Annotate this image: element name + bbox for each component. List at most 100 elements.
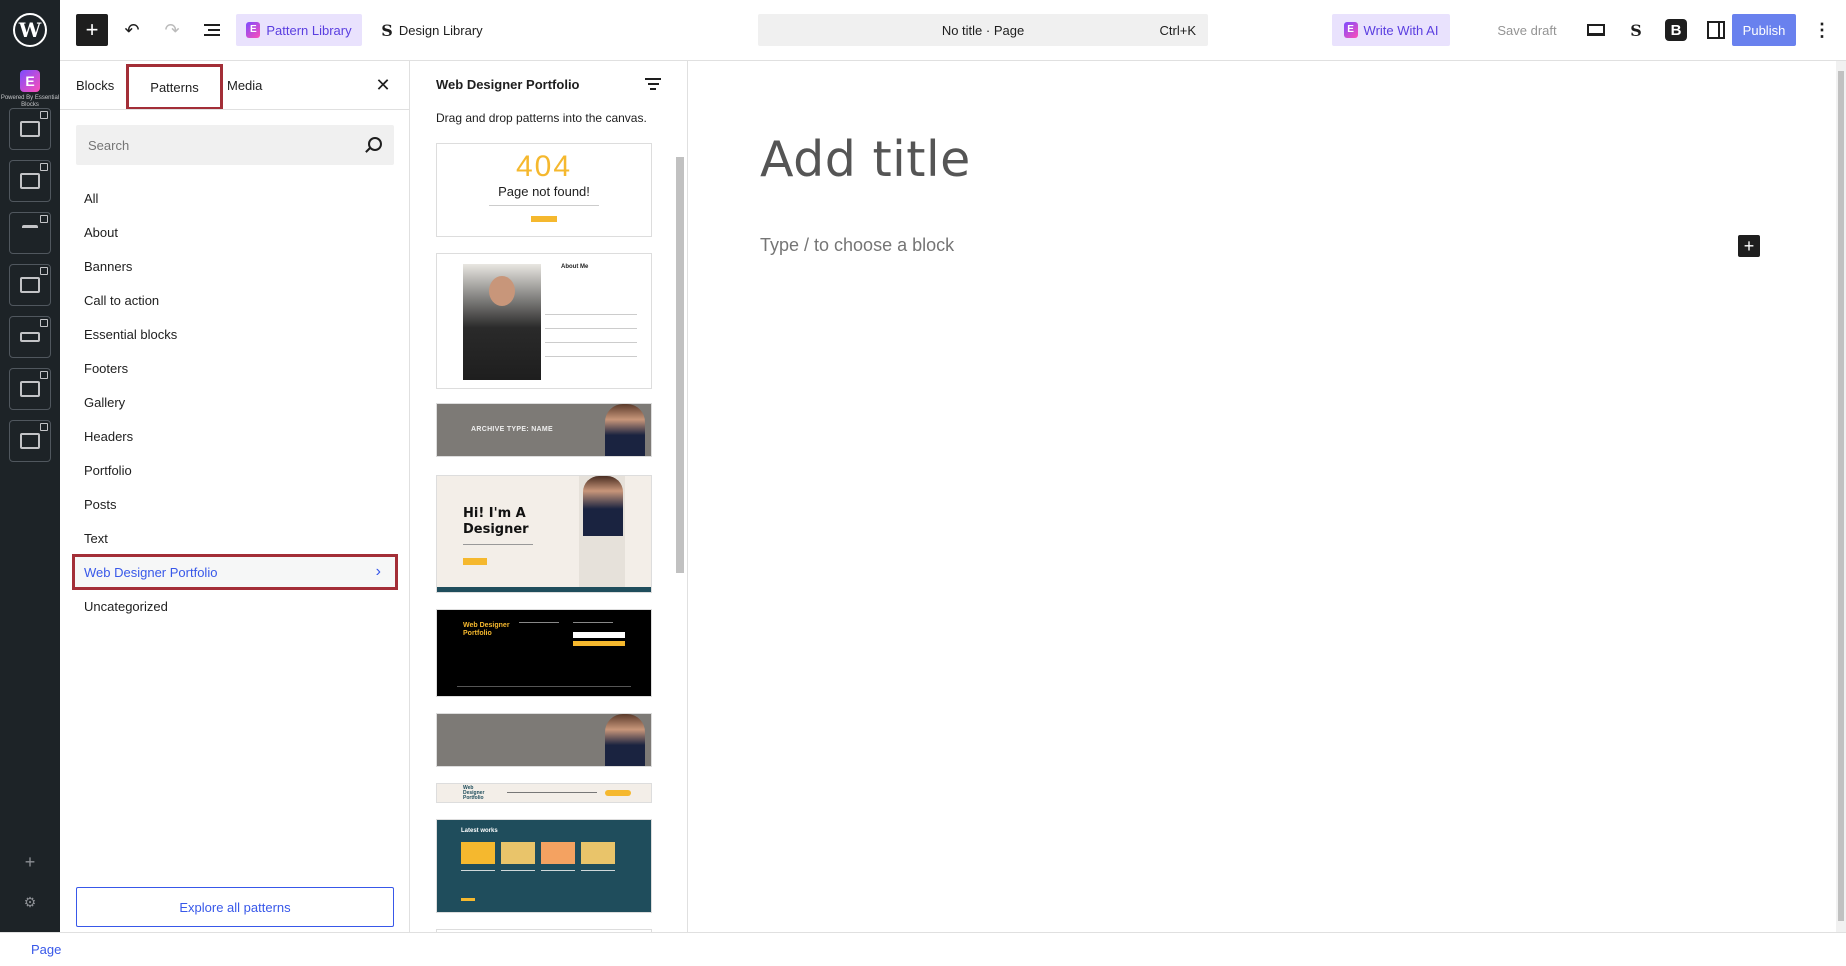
works-link-shape	[461, 898, 475, 901]
category-about[interactable]: About	[72, 215, 398, 249]
hero-bottom-bar	[437, 587, 651, 592]
pattern-404[interactable]: 404 Page not found!	[436, 143, 652, 237]
footer-divider	[457, 686, 631, 687]
pattern-about-me[interactable]: About Me	[436, 253, 652, 389]
explorer-scroll-thumb[interactable]	[676, 157, 684, 573]
category-essential-blocks[interactable]: Essential blocks	[72, 317, 398, 351]
pattern-library-label: Pattern Library	[266, 22, 352, 38]
pattern-hero-text: Hi! I'm A Designer	[463, 506, 529, 537]
pattern-about-heading: About Me	[561, 264, 589, 270]
portrait-image	[583, 476, 623, 536]
gear-icon[interactable]: ⚙	[18, 890, 42, 914]
pattern-latest-works[interactable]: Latest works	[436, 819, 652, 913]
list-view-icon	[204, 24, 220, 36]
eb-tool-slider-icon[interactable]	[9, 108, 51, 150]
breadcrumb[interactable]: Page	[31, 942, 61, 957]
category-posts[interactable]: Posts	[72, 487, 398, 521]
category-label: Web Designer Portfolio	[84, 564, 218, 580]
category-gallery[interactable]: Gallery	[72, 385, 398, 419]
category-uncategorized[interactable]: Uncategorized	[72, 589, 398, 623]
skill-line	[545, 356, 637, 357]
category-text[interactable]: Text	[72, 521, 398, 555]
category-web-designer-portfolio[interactable]: Web Designer Portfolio ›	[72, 554, 398, 590]
block-inserter-panel: Blocks Patterns Media ✕ All About Banner…	[60, 61, 410, 932]
nav-menu-line	[507, 792, 597, 793]
pattern-404-number: 404	[515, 150, 573, 183]
pattern-hero[interactable]: Hi! I'm A Designer	[436, 475, 652, 593]
pattern-explorer: Web Designer Portfolio Drag and drop pat…	[410, 61, 688, 932]
category-call-to-action[interactable]: Call to action	[72, 283, 398, 317]
tab-blocks[interactable]: Blocks	[76, 61, 114, 109]
templately-button[interactable]: S	[1620, 14, 1652, 46]
eb-tool-image-icon[interactable]	[9, 368, 51, 410]
admin-sidebar: W E Powered By Essential Blocks + ⚙	[0, 0, 60, 932]
write-ai-label: Write With AI	[1363, 22, 1439, 38]
document-overview-button[interactable]	[196, 14, 228, 46]
tab-patterns[interactable]: Patterns	[126, 64, 223, 110]
pattern-page-header[interactable]	[436, 713, 652, 767]
eb-tool-list-icon[interactable]	[9, 420, 51, 462]
pattern-archive-header[interactable]: ARCHIVE TYPE: NAME	[436, 403, 652, 457]
explorer-title: Web Designer Portfolio	[436, 77, 580, 92]
publish-button[interactable]: Publish	[1732, 14, 1796, 46]
pattern-404-button-shape	[531, 216, 557, 222]
portrait-image	[605, 404, 645, 456]
plus-icon: +	[1743, 236, 1755, 256]
preview-button[interactable]	[1580, 14, 1612, 46]
category-footers[interactable]: Footers	[72, 351, 398, 385]
explorer-description: Drag and drop patterns into the canvas.	[436, 111, 647, 125]
close-icon[interactable]: ✕	[371, 73, 395, 97]
editor-footer: Page	[0, 932, 1846, 966]
search-icon[interactable]	[368, 137, 382, 151]
redo-button[interactable]: ↷	[156, 14, 188, 46]
pattern-category-list: All About Banners Call to action Essenti…	[72, 181, 398, 623]
skill-line	[545, 328, 637, 329]
blocks-settings-button[interactable]: B	[1660, 14, 1692, 46]
settings-sidebar-button[interactable]	[1700, 14, 1732, 46]
pattern-footer[interactable]: Web Designer Portfolio	[436, 609, 652, 697]
eb-tool-button-icon[interactable]	[9, 316, 51, 358]
nav-phone-shape	[605, 790, 631, 796]
category-all[interactable]: All	[72, 181, 398, 215]
editor-toolbar: + ↶ ↷ E Pattern Library S Design Library…	[60, 0, 1846, 61]
design-library-button[interactable]: S Design Library	[372, 14, 492, 46]
search-input[interactable]	[88, 137, 348, 153]
undo-button[interactable]: ↶	[116, 14, 148, 46]
filter-icon[interactable]	[644, 75, 662, 91]
undo-icon: ↶	[124, 19, 140, 40]
eb-tool-text-frame-icon[interactable]	[9, 160, 51, 202]
block-appender[interactable]: Type / to choose a block	[760, 235, 954, 256]
work-caption-line	[501, 870, 535, 871]
b-logo-icon: B	[1665, 19, 1687, 41]
eb-tool-form-icon[interactable]	[9, 264, 51, 306]
eb-tool-typography-icon[interactable]	[9, 212, 51, 254]
pattern-navigation-header[interactable]: Web Designer Portfolio	[436, 783, 652, 803]
canvas-scroll-thumb[interactable]	[1838, 71, 1844, 921]
pattern-footer-logo: Web Designer Portfolio	[463, 622, 510, 637]
pattern-404-text: Page not found!	[498, 184, 590, 199]
category-banners[interactable]: Banners	[72, 249, 398, 283]
wordpress-logo-icon[interactable]: W	[0, 0, 60, 60]
category-headers[interactable]: Headers	[72, 419, 398, 453]
pattern-search	[76, 125, 394, 165]
add-block-button[interactable]: +	[1738, 235, 1760, 257]
add-tool-icon[interactable]: +	[18, 850, 42, 874]
document-title-command-bar[interactable]: No title · Page Ctrl+K	[758, 14, 1208, 46]
work-image	[541, 842, 575, 864]
canvas-scrollbar[interactable]	[1836, 61, 1846, 932]
more-options-button[interactable]: ⋮	[1806, 14, 1838, 46]
category-portfolio[interactable]: Portfolio	[72, 453, 398, 487]
write-with-ai-button[interactable]: E Write With AI	[1332, 14, 1450, 46]
pattern-library-button[interactable]: E Pattern Library	[236, 14, 362, 46]
portrait-face	[489, 276, 515, 306]
tab-media[interactable]: Media	[227, 61, 262, 109]
footer-input-shape	[573, 632, 625, 638]
save-draft-button[interactable]: Save draft	[1484, 14, 1570, 46]
pattern-404-line	[489, 205, 599, 206]
work-image	[461, 842, 495, 864]
post-title-input[interactable]: Add title	[760, 131, 971, 188]
vertical-ellipsis-icon: ⋮	[1813, 19, 1831, 40]
block-inserter-button[interactable]: +	[76, 14, 108, 46]
work-image	[501, 842, 535, 864]
explore-all-patterns-button[interactable]: Explore all patterns	[76, 887, 394, 927]
